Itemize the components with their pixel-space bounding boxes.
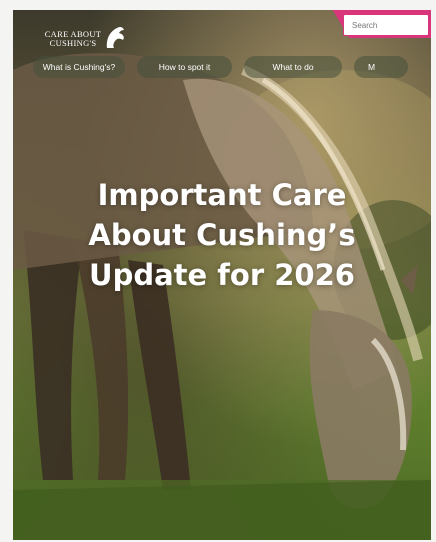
page-frame: CARE ABOUT CUSHING'S What is Cushing's? …	[13, 10, 431, 540]
site-logo[interactable]: CARE ABOUT CUSHING'S	[41, 24, 133, 52]
horse-head-icon	[106, 26, 124, 48]
main-nav: What is Cushing's? How to spot it What t…	[33, 56, 408, 78]
nav-item-how-to-spot-it[interactable]: How to spot it	[137, 56, 232, 78]
search-input[interactable]	[343, 14, 429, 36]
headline-line-1: Important Care	[97, 178, 347, 212]
nav-item-more[interactable]: M	[354, 56, 408, 78]
hero-headline: Important Care About Cushing’s Update fo…	[13, 175, 431, 295]
logo-text: CARE ABOUT CUSHING'S	[41, 30, 105, 48]
headline-line-2: About Cushing’s	[88, 218, 356, 252]
nav-item-what-is-cushings[interactable]: What is Cushing's?	[33, 56, 125, 78]
nav-item-what-to-do[interactable]: What to do	[244, 56, 342, 78]
logo-line-2: CUSHING'S	[49, 38, 97, 48]
headline-line-3: Update for 2026	[89, 258, 355, 292]
